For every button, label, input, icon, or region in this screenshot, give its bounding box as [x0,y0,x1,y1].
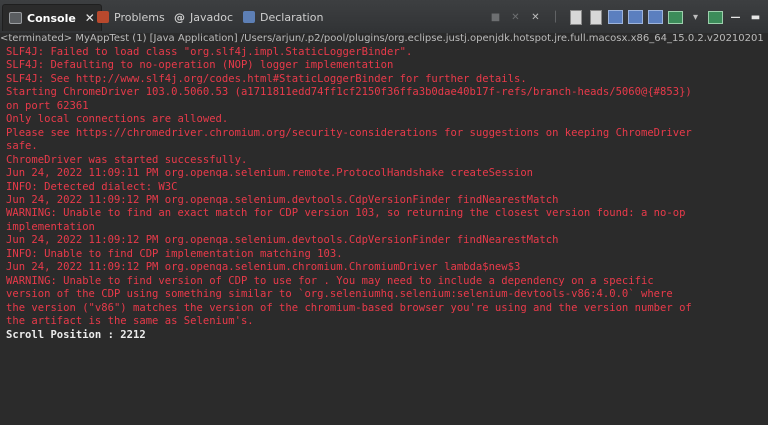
stderr-line: SLF4J: Failed to load class "org.slf4j.i… [6,46,413,58]
tab-declaration[interactable]: Declaration [243,7,323,27]
stderr-line: safe. [6,140,38,153]
tab-console[interactable]: Console ✕ [2,4,102,31]
stderr-line: SLF4J: Defaulting to no-operation (NOP) … [6,59,394,72]
stderr-line: Starting ChromeDriver 103.0.5060.53 (a17… [6,86,692,99]
launch-status-line: <terminated> MyAppTest (1) [Java Applica… [0,33,768,46]
stderr-line: Please see https://chromedriver.chromium… [6,126,692,139]
tab-problems[interactable]: Problems [97,7,165,27]
display-console-icon[interactable] [667,9,684,26]
stderr-line: ChromeDriver was started successfully. [6,153,248,166]
tab-javadoc[interactable]: @ Javadoc [174,7,233,27]
stderr-line: the version ("v86") matches the version … [6,301,692,314]
problems-icon [97,11,109,23]
stderr-line: the artifact is the same as Selenium's. [6,315,254,328]
minimize-icon[interactable]: — [727,9,744,26]
tab-label: Problems [114,10,165,24]
stderr-line: implementation [6,220,95,233]
stderr-line: on port 62361 [6,99,89,112]
show-on-stderr-icon[interactable] [627,9,644,26]
tab-label: Declaration [260,10,324,24]
pin-console-icon[interactable] [647,9,664,26]
word-wrap-icon[interactable] [587,9,604,26]
stderr-line: Jun 24, 2022 11:09:12 PM org.openqa.sele… [6,234,559,247]
remove-launch-icon[interactable]: ✕ [507,9,524,26]
separator-icon: │ [552,11,559,23]
stderr-line: Jun 24, 2022 11:09:11 PM org.openqa.sele… [6,167,534,180]
show-on-stdout-icon[interactable] [607,9,624,26]
stderr-line: Jun 24, 2022 11:09:12 PM org.openqa.sele… [6,193,559,206]
tab-label: Javadoc [190,10,233,24]
stderr-line: WARNING: Unable to find version of CDP t… [6,274,654,287]
stderr-line: Jun 24, 2022 11:09:12 PM org.openqa.sele… [6,261,521,274]
javadoc-icon: @ [174,10,185,24]
remove-all-terminated-icon[interactable]: ✕ [527,9,544,26]
view-tab-bar: Console ✕ Problems @ Javadoc Declaration… [0,0,768,34]
tab-label: Console [27,11,76,25]
stderr-line: version of the CDP using something simil… [6,288,673,301]
declaration-icon [243,11,255,23]
scroll-lock-icon[interactable] [567,9,584,26]
stderr-line: WARNING: Unable to find an exact match f… [6,207,686,220]
console-toolbar: ■ ✕ ✕ │ ▾ — ▬ [487,7,764,27]
close-icon[interactable]: ✕ [85,11,95,25]
open-console-icon[interactable]: ▾ [687,9,704,26]
console-output[interactable]: SLF4J: Failed to load class "org.slf4j.i… [0,46,768,425]
stderr-line: INFO: Unable to find CDP implementation … [6,247,343,260]
stderr-line: Only local connections are allowed. [6,113,229,126]
new-console-icon[interactable] [707,9,724,26]
stderr-line: SLF4J: See http://www.slf4j.org/codes.ht… [6,72,527,85]
maximize-icon[interactable]: ▬ [747,9,764,26]
stderr-line: INFO: Detected dialect: W3C [6,180,178,193]
stdout-line: Scroll Position : 2212 [6,328,146,341]
terminate-icon[interactable]: ■ [487,9,504,26]
console-icon [9,12,22,24]
